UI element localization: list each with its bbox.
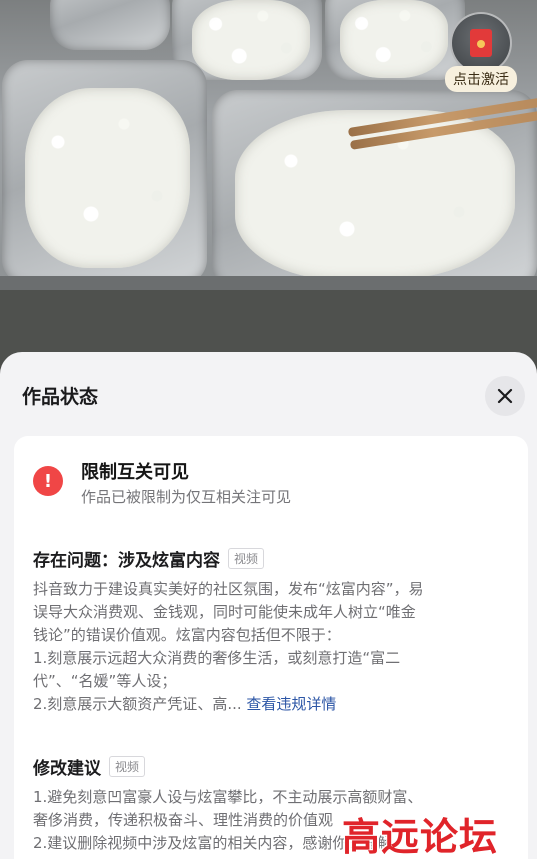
status-subtitle: 作品已被限制为仅互相关注可见 xyxy=(81,488,292,506)
rice-pile xyxy=(192,0,310,80)
status-card: ! 限制互关可见 作品已被限制为仅互相关注可见 存在问题：涉及炫富内容 视频 抖… xyxy=(14,436,528,859)
activate-widget[interactable]: 点击激活 xyxy=(441,12,521,100)
close-button[interactable] xyxy=(485,376,525,416)
status-sheet: 作品状态 ! 限制互关可见 作品已被限制为仅互相关注可见 存在问题：涉及炫富内容… xyxy=(0,352,537,859)
issue-line: 代”、“名媛”等人设； xyxy=(33,672,177,690)
issue-header: 存在问题：涉及炫富内容 视频 xyxy=(33,546,265,571)
close-icon xyxy=(497,388,513,404)
sheet-title: 作品状态 xyxy=(22,386,99,408)
view-details-link[interactable]: 查看违规详情 xyxy=(246,695,336,713)
issue-tag: 视频 xyxy=(228,548,265,569)
issue-line: 抖音致力于建设真实美好的社区氛围，发布“炫富内容”，易 xyxy=(33,580,424,598)
status-title: 限制互关可见 xyxy=(81,462,189,483)
red-envelope-icon xyxy=(450,12,512,74)
issue-description: 抖音致力于建设真实美好的社区氛围，发布“炫富内容”，易 误导大众消费观、金钱观，… xyxy=(33,578,515,716)
suggestion-tag: 视频 xyxy=(109,756,146,777)
suggestion-heading: 修改建议 xyxy=(33,759,101,779)
dim-overlay xyxy=(0,290,537,360)
issue-line: 2.刻意展示大额资产凭证、高... xyxy=(33,695,242,713)
suggestion-header: 修改建议 视频 xyxy=(33,754,146,779)
issue-line-last: 2.刻意展示大额资产凭证、高... 查看违规详情 xyxy=(33,693,515,716)
rice-pile xyxy=(340,0,448,78)
tray-compartment xyxy=(50,0,170,50)
issue-line: 1.刻意展示远超大众消费的奢侈生活，或刻意打造“富二 xyxy=(33,649,401,667)
tray-edge xyxy=(0,276,537,290)
rice-pile xyxy=(25,88,190,268)
issue-line: 钱论”的错误价值观。炫富内容包括但不限于： xyxy=(33,626,341,644)
activate-label: 点击激活 xyxy=(445,66,517,92)
forum-watermark: 高远论坛 xyxy=(342,815,499,859)
video-thumbnail: 点击激活 xyxy=(0,0,537,290)
exclamation-icon: ! xyxy=(33,466,63,496)
issue-heading: 存在问题：涉及炫富内容 xyxy=(33,551,220,571)
issue-line: 误导大众消费观、金钱观，同时可能使未成年人树立“唯金 xyxy=(33,603,416,621)
